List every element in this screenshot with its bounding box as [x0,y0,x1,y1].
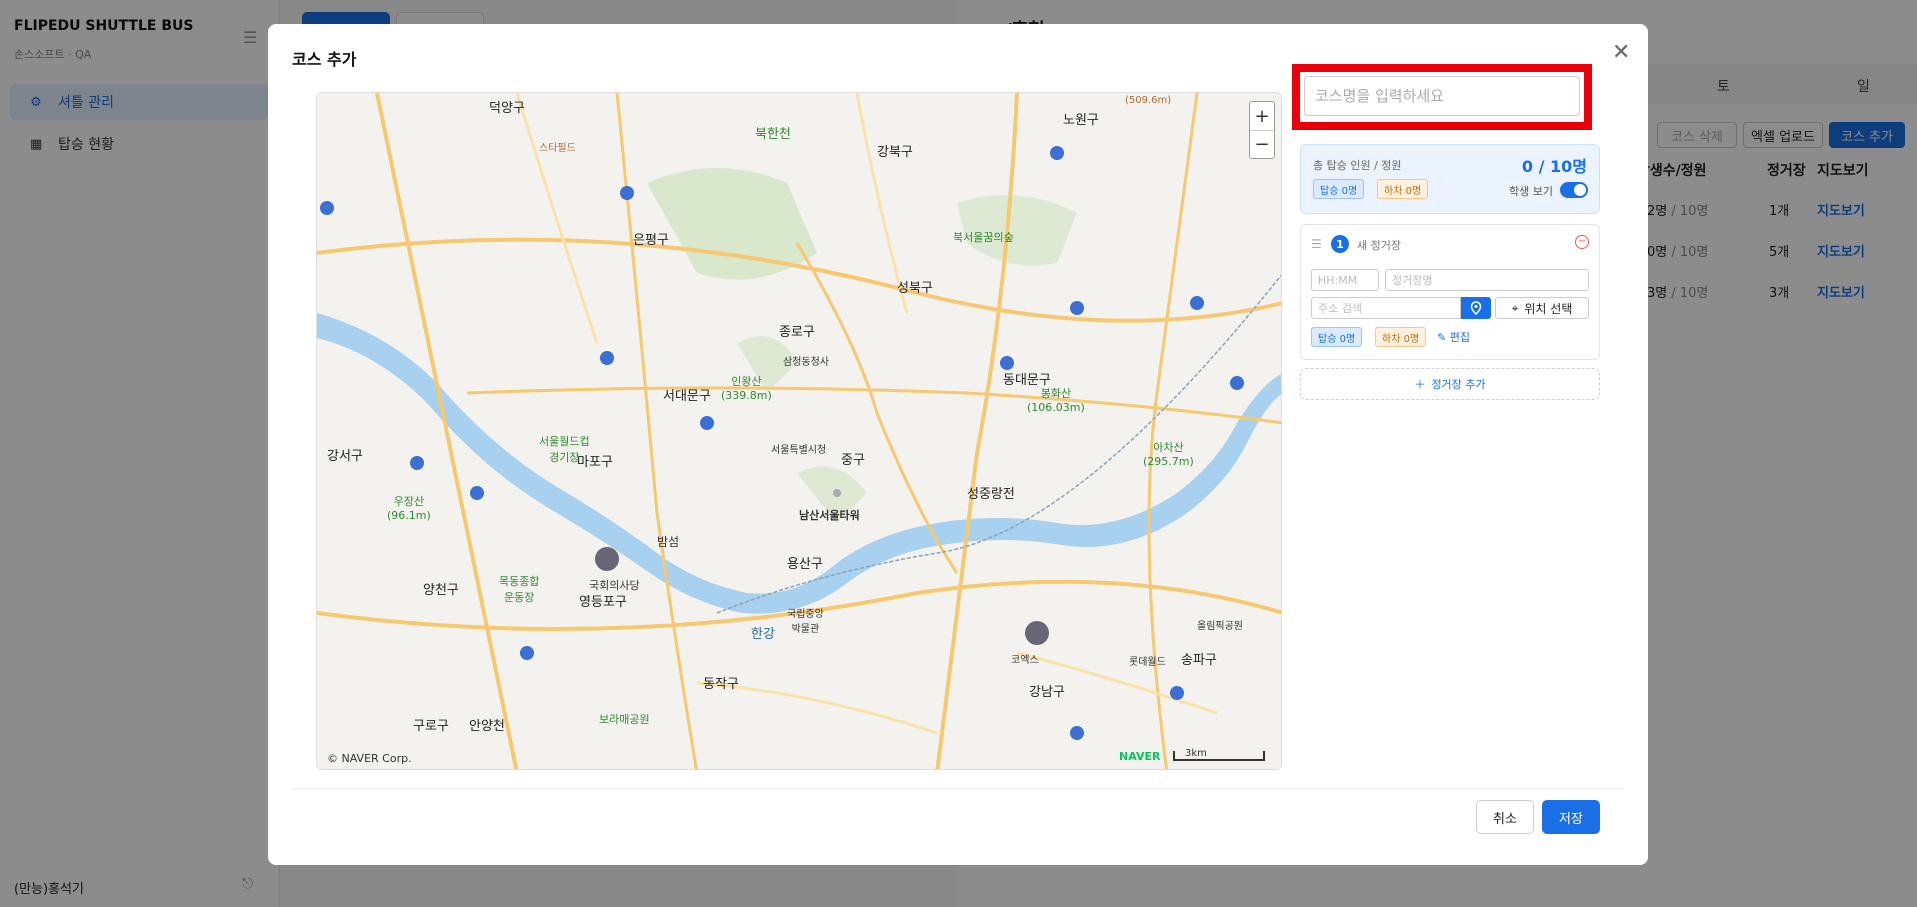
course-name-highlight [1292,64,1592,130]
drag-handle-icon[interactable]: ☰ [1311,237,1322,251]
map-label: 은평구 [633,233,669,248]
edit-stop-button[interactable]: ✎ 편집 [1437,329,1470,345]
stop-card: ☰ 1 새 정거장 − ⌖ 위치 선택 탑승 0명 하차 0명 ✎ 편집 [1300,224,1600,360]
map-label: 중구 [841,453,865,468]
alight-count-badge: 하차 0명 [1377,179,1429,199]
map-label: 용산구 [787,557,823,572]
map-scale-label: 3km [1185,748,1207,759]
pencil-icon: ✎ [1437,331,1447,344]
map-label: 롯데월드 [1129,657,1166,668]
map-zoom-control: + − [1249,101,1275,159]
map-label: 한강 [751,627,775,642]
map-label: 국립중앙 박물관 [787,609,824,635]
map-label: 노원구 [1063,113,1099,128]
modal-title: 코스 추가 [292,50,357,69]
map-label: 종로구 [779,325,815,340]
address-search-input[interactable] [1311,297,1461,319]
map-label: 보라매공원 [599,713,650,726]
edit-label: 편집 [1449,331,1470,344]
map-label: 강남구 [1029,685,1065,700]
map-label: (509.6m) [1125,95,1172,106]
map-label: 마포구 [577,455,613,470]
stop-time-input[interactable] [1311,269,1379,291]
stop-name-input[interactable] [1385,269,1589,291]
summary-value: 0 / 10명 [1521,157,1587,176]
add-stop-button[interactable]: ＋ 정거장 추가 [1300,368,1600,400]
map-label: 봉화산 (106.03m) [1027,387,1085,414]
map-label: 인왕산 (339.8m) [721,375,772,402]
map-label: 남산서울타워 [799,509,860,522]
map-label: 스타필드 [539,143,576,154]
save-button[interactable]: 저장 [1542,800,1600,834]
student-toggle-label: 학생 보기 [1509,185,1553,198]
zoom-out-button[interactable]: − [1250,130,1274,158]
footer-divider [292,788,1624,789]
zoom-in-button[interactable]: + [1250,102,1274,130]
course-name-input[interactable] [1304,76,1580,116]
board-count-badge: 탑승 0명 [1313,179,1365,199]
add-course-modal: 코스 추가 ✕ 덕양구 (509.6m) 북한천 강북구 노원구 스타필드 북서… [268,24,1648,865]
add-stop-label: 정거장 추가 [1431,378,1486,391]
map-label: 강북구 [877,145,913,160]
map-pin-icon [1470,301,1482,315]
map-label: 구로구 [413,719,449,734]
map-label: 목동종합 운동장 [499,575,540,604]
summary-label: 총 탑승 인원 / 정원 [1313,159,1402,172]
map-label: 서울특별시청 [771,445,827,456]
map-label: 성중랑전 [967,487,1015,502]
map-label: 성북구 [897,281,933,296]
student-view-toggle[interactable] [1560,182,1588,198]
map-label: 우장산 (96.1m) [387,495,431,522]
map-label: 강서구 [327,449,363,464]
close-icon[interactable]: ✕ [1612,40,1630,65]
naver-logo: NAVER [1119,750,1161,763]
stop-alight-badge: 하차 0명 [1375,327,1427,347]
map-label: 북한천 [755,127,791,142]
remove-stop-icon[interactable]: − [1575,235,1589,249]
stop-title: 새 정거장 [1357,239,1401,252]
capacity-summary: 총 탑승 인원 / 정원 0 / 10명 탑승 0명 하차 0명 학생 보기 [1300,144,1600,214]
map-label: 양천구 [423,583,459,598]
stop-number-badge: 1 [1331,235,1349,253]
map-label: 코엑스 [1011,655,1039,666]
stop-board-badge: 탑승 0명 [1311,327,1363,347]
map-label: 서대문구 [663,389,711,404]
map-label: 삼청동청사 [783,357,829,368]
address-search-button[interactable] [1461,297,1491,319]
map-label: 송파구 [1181,653,1217,668]
cancel-button[interactable]: 취소 [1476,800,1534,834]
crosshair-icon: ⌖ [1511,300,1519,315]
map-label: 아차산 (295.7m) [1143,441,1194,468]
map-label: 올림픽공원 [1197,621,1243,632]
map-label: 밤섬 [657,535,680,549]
map-label: 덕양구 [489,101,525,116]
map-canvas [317,93,1281,769]
map-label: 영등포구 [579,595,627,610]
select-location-button[interactable]: ⌖ 위치 선택 [1495,297,1589,319]
map-copyright: © NAVER Corp. [327,752,412,765]
select-location-label: 위치 선택 [1524,301,1573,316]
map-view[interactable]: 덕양구 (509.6m) 북한천 강북구 노원구 스타필드 북서울꿈의숲 은평구… [316,92,1282,770]
map-label: 동작구 [703,677,739,692]
plus-icon: ＋ [1414,378,1426,391]
map-label: 북서울꿈의숲 [953,231,1014,244]
map-label: 안양천 [469,719,505,734]
